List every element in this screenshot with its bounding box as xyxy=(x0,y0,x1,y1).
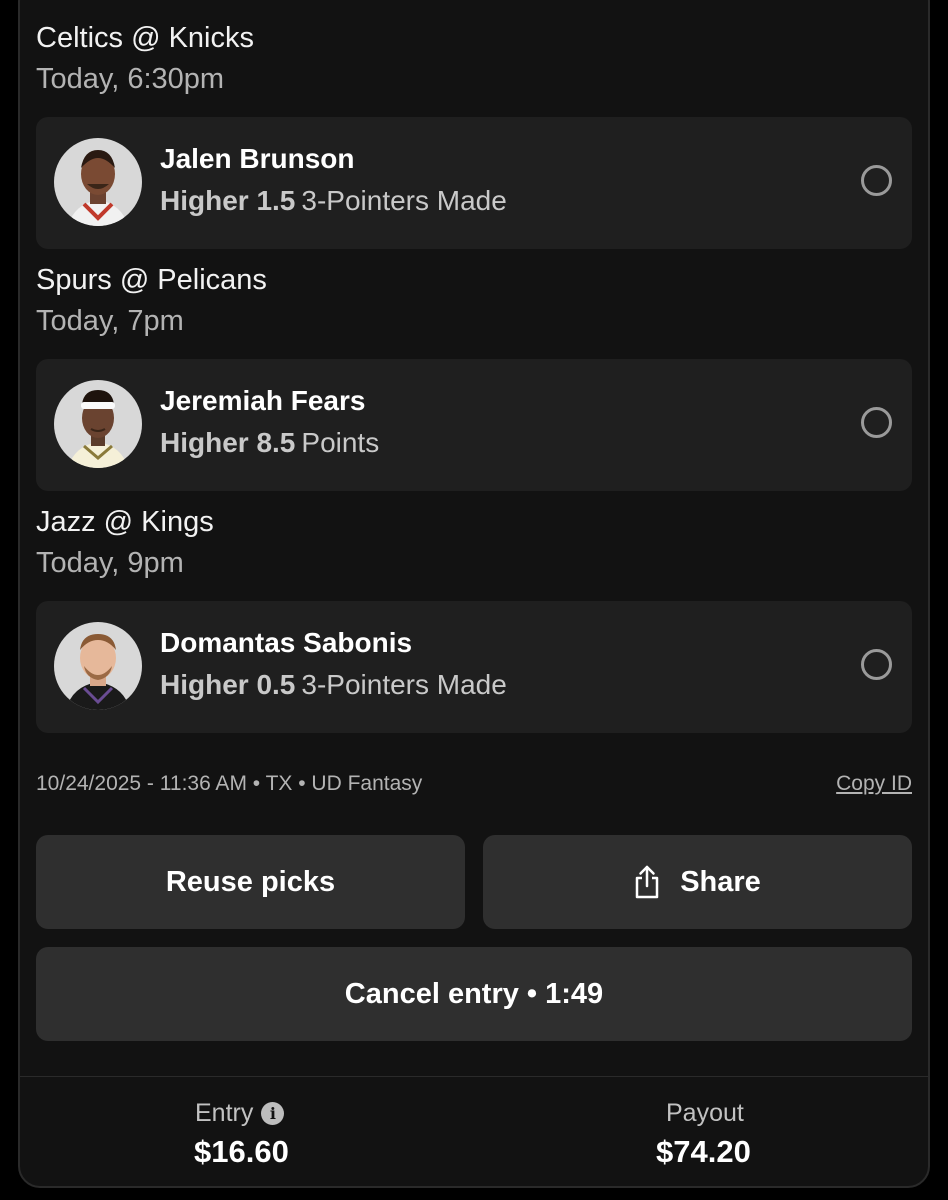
pick-direction: Higher 8.5 xyxy=(160,427,296,458)
player-avatar xyxy=(54,380,142,468)
player-avatar xyxy=(54,138,142,226)
player-name: Domantas Sabonis xyxy=(160,627,413,658)
pick-stat: 3-Pointers Made xyxy=(301,669,507,700)
pick-stat: 3-Pointers Made xyxy=(301,185,507,216)
cancel-entry-button[interactable]: Cancel entry • 1:49 xyxy=(36,947,912,1041)
game-time: Today, 9pm xyxy=(36,547,184,579)
pick-radio-icon[interactable] xyxy=(861,649,892,680)
reuse-picks-label: Reuse picks xyxy=(165,865,336,898)
pick-direction: Higher 1.5 xyxy=(160,185,296,216)
entry-meta: 10/24/2025 - 11:36 AM • TX • UD Fantasy xyxy=(36,772,423,795)
pick-card[interactable]: Jeremiah Fears Higher 8.5 Points xyxy=(36,359,912,491)
player-name: Jalen Brunson xyxy=(160,143,355,174)
pick-radio-icon[interactable] xyxy=(861,165,892,196)
player-name: Jeremiah Fears xyxy=(160,385,366,416)
payout-label: Payout xyxy=(666,1099,744,1127)
reuse-picks-button[interactable]: Reuse picks xyxy=(36,835,465,929)
game-matchup: Celtics @ Knicks xyxy=(36,22,254,54)
pick-line: Higher 0.5 3-Pointers Made xyxy=(160,669,507,701)
copy-id-link[interactable]: Copy ID xyxy=(836,772,912,796)
pick-card[interactable]: Domantas Sabonis Higher 0.5 3-Pointers Ma… xyxy=(36,601,912,733)
pick-line: Higher 1.5 3-Pointers Made xyxy=(160,185,507,217)
share-label: Share xyxy=(680,865,761,898)
pick-radio-icon[interactable] xyxy=(861,407,892,438)
pick-line: Higher 8.5 Points xyxy=(160,427,379,459)
entry-value: $16.60 xyxy=(194,1134,289,1169)
entry-label: Entry i xyxy=(195,1099,285,1128)
info-icon[interactable]: i xyxy=(261,1102,285,1125)
entry-label-text: Entry xyxy=(195,1099,254,1127)
player-avatar xyxy=(54,622,142,710)
payout-value: $74.20 xyxy=(656,1134,751,1169)
share-icon xyxy=(634,865,660,899)
game-matchup: Spurs @ Pelicans xyxy=(36,264,267,296)
share-button[interactable]: Share xyxy=(483,835,912,929)
game-matchup: Jazz @ Kings xyxy=(36,506,214,538)
cancel-entry-label: Cancel entry • 1:49 xyxy=(344,977,604,1010)
pick-direction: Higher 0.5 xyxy=(160,669,296,700)
game-time: Today, 6:30pm xyxy=(36,63,225,95)
pick-card[interactable]: Jalen Brunson Higher 1.5 3-Pointers Made xyxy=(36,117,912,249)
game-time: Today, 7pm xyxy=(36,305,184,337)
summary-divider xyxy=(20,1076,928,1077)
pick-stat: Points xyxy=(301,427,380,458)
